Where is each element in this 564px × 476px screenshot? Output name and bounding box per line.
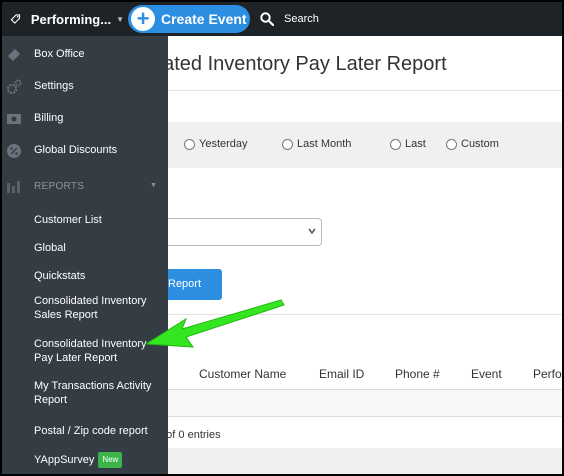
reports-section-toggle[interactable]: REPORTS ▼ [2,176,168,198]
radio-circle-icon [282,138,293,150]
table-empty-row [152,389,562,417]
top-bar: Performing... ▼ + Create Event Search [2,2,562,36]
radio-circle-icon [184,138,195,150]
column-phone[interactable]: Phone # [395,367,440,381]
sidebar-item-yappsurvey[interactable]: YAppSurvey New [2,449,168,469]
discount-icon [7,144,21,158]
title-divider [152,90,562,91]
sidebar-item-customer-list[interactable]: Customer List [2,210,168,230]
radio-last[interactable]: Last [390,138,426,150]
create-event-label: Create Event [161,11,247,27]
sidebar-item-billing[interactable]: Billing [2,105,168,133]
caret-down-icon: ▼ [116,14,124,24]
column-event[interactable]: Event [471,367,502,381]
section-divider [152,314,562,315]
plus-icon: + [131,7,155,31]
sidebar-item-postal-zip-report[interactable]: Postal / Zip code report [2,421,168,441]
table-footer [152,448,562,474]
gears-icon [6,79,22,95]
page-title: dated Inventory Pay Later Report [152,53,447,75]
sidebar-item-my-transactions-activity[interactable]: My Transactions Activity Report [2,378,168,408]
search-label: Search [284,13,319,25]
sidebar-item-box-office[interactable]: Box Office [2,41,168,69]
bar-chart-icon [7,181,20,193]
caret-down-icon: ▼ [150,182,157,189]
sidebar-item-global[interactable]: Global [2,238,168,258]
event-select[interactable] [152,218,322,246]
search-icon [260,12,274,26]
ticket-icon [8,49,20,61]
radio-custom[interactable]: Custom [446,138,499,150]
radio-last-month[interactable]: Last Month [282,138,351,150]
org-switcher[interactable]: Performing... ▼ [2,2,124,36]
new-badge: New [98,452,123,468]
money-icon [7,114,21,124]
column-customer-name[interactable]: Customer Name [199,367,286,381]
sidebar-menu: Box Office Settings Billing Global Disco… [2,36,168,474]
date-range-options: Yesterday Last Month Last Custom [152,122,562,168]
search-button[interactable]: Search [260,2,319,36]
reports-section-label: REPORTS [34,181,85,192]
column-performance[interactable]: Perfo [533,367,562,381]
radio-circle-icon [446,138,457,150]
column-email-id[interactable]: Email ID [319,367,364,381]
sidebar-item-consolidated-inventory-pay-later[interactable]: Consolidated Inventory Pay Later Report [2,336,168,366]
app-window: Performing... ▼ + Create Event Search da… [2,2,562,474]
sidebar-item-quickstats[interactable]: Quickstats [2,266,168,286]
sidebar-item-settings[interactable]: Settings [2,73,168,101]
sidebar-item-consolidated-inventory-sales[interactable]: Consolidated Inventory Sales Report [2,293,168,323]
radio-circle-icon [390,138,401,150]
chevron-down-icon [308,228,316,235]
create-event-button[interactable]: + Create Event [128,5,250,33]
sidebar-item-global-discounts[interactable]: Global Discounts [2,137,168,165]
org-name: Performing... [30,11,112,27]
radio-yesterday[interactable]: Yesterday [184,138,248,150]
tag-icon [10,14,21,24]
